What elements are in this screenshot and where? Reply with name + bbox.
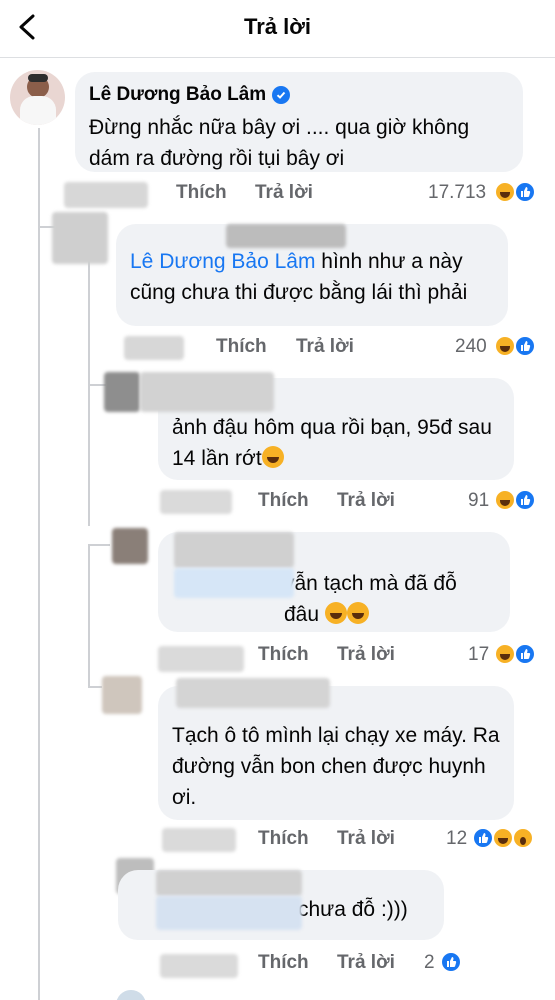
avatar[interactable] [10,70,65,125]
comment-bubble: vẫn tạch mà đã đỗ đâu [158,532,510,632]
author-name-blurred[interactable] [176,678,330,708]
thread-branch [88,686,102,688]
reply-button[interactable]: Trả lời [337,828,395,850]
avatar-blurred[interactable] [112,528,148,564]
haha-reaction-icon [494,335,516,357]
author-name-blurred[interactable] [140,372,274,412]
reply-button[interactable]: Trả lời [337,952,395,974]
thread-line [88,546,90,686]
thread-line [88,256,90,386]
comment-text: vẫn tạch mà đã đỗ đâu [284,572,457,626]
comment-text: Tạch ô tô mình lại chạy xe máy. Ra đường… [172,724,500,809]
mention-blurred[interactable] [174,568,294,598]
laugh-cry-emoji-icon [324,602,347,624]
mention-blurred[interactable] [156,896,302,930]
laugh-cry-emoji-icon [346,602,369,624]
comment-text: Đừng nhắc nữa bây ơi .... qua giờ không … [89,116,470,170]
wow-reaction-icon [512,827,534,849]
timestamp-blurred [124,336,184,360]
like-reaction-icon [472,827,494,849]
like-reaction-icon [514,335,536,357]
avatar-blurred[interactable] [52,212,108,264]
reply-button[interactable]: Trả lời [255,182,313,204]
like-reaction-icon [440,951,462,973]
comment-text: ảnh đậu hôm qua rồi bạn, 95đ sau 14 lần … [172,416,492,470]
like-button[interactable]: Thích [258,828,309,850]
reaction-count[interactable]: 240 [455,336,487,358]
reaction-count[interactable]: 17.713 [428,182,486,204]
comment-bubble: Tạch ô tô mình lại chạy xe máy. Ra đường… [158,678,514,820]
haha-reaction-icon [494,181,516,203]
like-button[interactable]: Thích [258,644,309,666]
timestamp-blurred [158,646,244,672]
avatar[interactable] [116,990,146,1000]
thread-line [38,128,40,1000]
reply-button[interactable]: Trả lời [337,644,395,666]
timestamp-blurred [162,828,236,852]
header-bar: Trả lời [0,0,555,58]
reaction-count[interactable]: 91 [468,490,489,512]
like-button[interactable]: Thích [258,490,309,512]
like-reaction-icon [514,489,536,511]
reply-button[interactable]: Trả lời [296,336,354,358]
author-name-blurred[interactable] [226,224,346,248]
like-reaction-icon [514,643,536,665]
timestamp-blurred [160,954,238,978]
page-title: Trả lời [244,14,311,39]
haha-reaction-icon [494,489,516,511]
haha-reaction-icon [492,827,514,849]
author-name-blurred[interactable] [174,532,294,568]
thread-line [88,386,90,526]
comment-text: chưa đỗ :))) [298,898,408,921]
reaction-count[interactable]: 17 [468,644,489,666]
like-reaction-icon [514,181,536,203]
timestamp-blurred [160,490,232,514]
verified-badge-icon [272,86,291,104]
thread-branch [88,544,110,546]
mention-link[interactable]: Lê Dương Bảo Lâm [130,250,315,273]
author-name-blurred[interactable] [156,870,302,896]
comment-author[interactable]: Lê Dương Bảo Lâm [89,82,266,108]
like-button[interactable]: Thích [176,182,227,204]
avatar-blurred[interactable] [104,372,140,412]
comment-bubble: Lê Dương Bảo Lâm Đừng nhắc nữa bây ơi ..… [75,72,523,172]
timestamp-blurred [64,182,148,208]
avatar-blurred[interactable] [102,676,142,714]
haha-reaction-icon [494,643,516,665]
like-button[interactable]: Thích [216,336,267,358]
comment-bubble: Lê Dương Bảo Lâm hình như a này cũng chư… [116,224,508,326]
reaction-count[interactable]: 12 [446,828,467,850]
laugh-cry-emoji-icon [261,446,284,468]
like-button[interactable]: Thích [258,952,309,974]
comment-bubble: chưa đỗ :))) [118,870,444,940]
reaction-count[interactable]: 2 [424,952,435,974]
reply-button[interactable]: Trả lời [337,490,395,512]
comment-bubble: ảnh đậu hôm qua rồi bạn, 95đ sau 14 lần … [140,372,514,480]
